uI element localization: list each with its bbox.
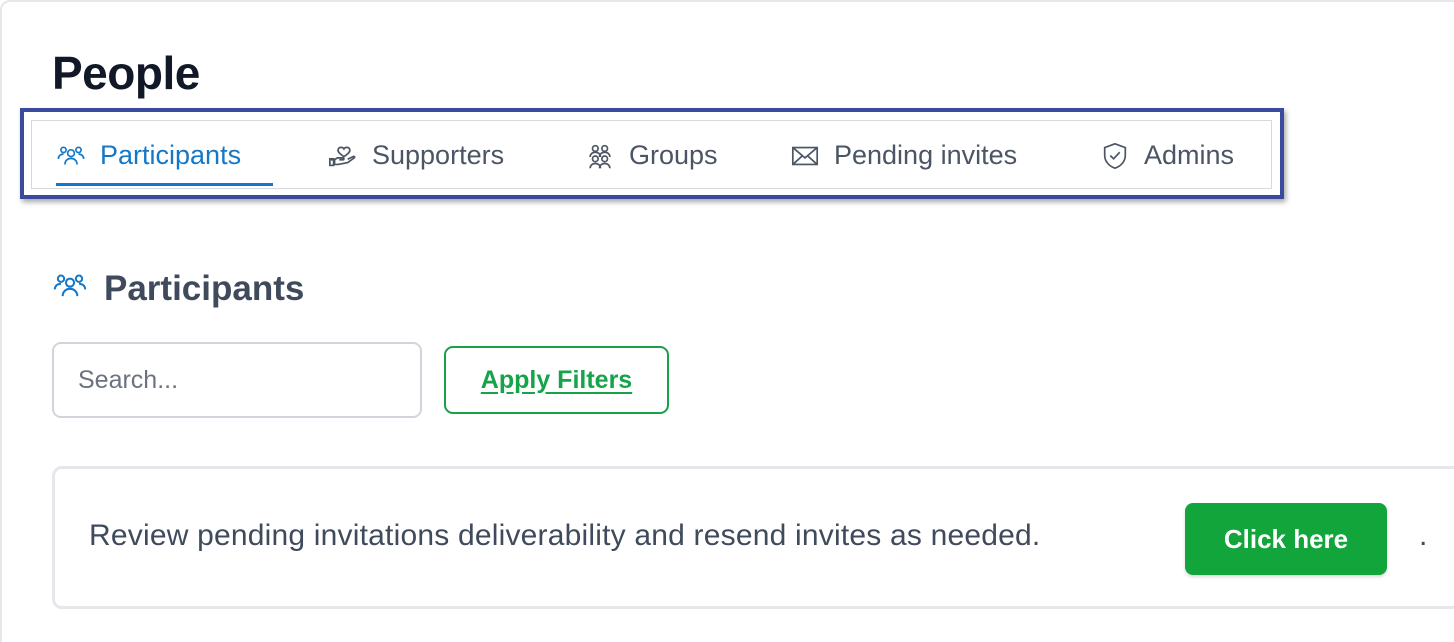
- click-here-button[interactable]: Click here: [1185, 503, 1387, 575]
- tab-groups-label: Groups: [629, 140, 718, 170]
- tab-supporters[interactable]: Supporters: [328, 121, 504, 190]
- tab-pending-invites[interactable]: Pending invites: [790, 121, 1017, 190]
- tab-admins[interactable]: Admins: [1100, 121, 1234, 190]
- tab-admins-label: Admins: [1144, 140, 1235, 170]
- tab-pending-invites-label: Pending invites: [834, 140, 1018, 170]
- supporters-icon: [328, 141, 358, 171]
- participants-icon: [56, 141, 86, 171]
- page-title: People: [52, 47, 200, 99]
- tab-supporters-label: Supporters: [372, 140, 505, 170]
- tab-participants[interactable]: Participants: [56, 121, 273, 190]
- notice-banner: Review pending invitations deliverabilit…: [52, 466, 1454, 609]
- tab-participants-label: Participants: [100, 140, 242, 170]
- tab-bar: Participants Supporters Groups Pending i…: [31, 120, 1272, 189]
- tab-bar-highlight: Participants Supporters Groups Pending i…: [20, 108, 1284, 199]
- groups-icon: [585, 141, 615, 171]
- shield-icon: [1100, 141, 1130, 171]
- content-panel: People Participants Supporters Groups Pe…: [0, 0, 1454, 642]
- section-title: Participants: [104, 268, 305, 308]
- tab-groups[interactable]: Groups: [585, 121, 718, 190]
- participants-icon: [52, 268, 88, 309]
- envelope-icon: [790, 141, 820, 171]
- notice-suffix: .: [1419, 519, 1428, 552]
- search-input[interactable]: [52, 342, 422, 418]
- section-header: Participants: [52, 268, 304, 309]
- notice-text: Review pending invitations deliverabilit…: [89, 519, 1041, 552]
- apply-filters-button[interactable]: Apply Filters: [444, 346, 669, 414]
